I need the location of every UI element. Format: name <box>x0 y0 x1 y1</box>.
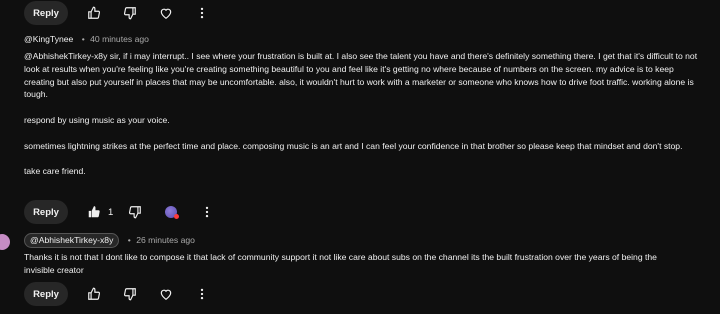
heart-icon[interactable] <box>158 5 174 21</box>
like-icon[interactable] <box>86 5 102 21</box>
comment-bullet: • <box>81 34 85 44</box>
reply-button[interactable]: Reply <box>24 282 68 306</box>
comment-paragraph: respond by using music as your voice. <box>24 114 170 125</box>
heart-icon[interactable] <box>158 286 174 302</box>
comment-author[interactable]: @KingTynee <box>24 34 73 44</box>
like-count: 1 <box>108 206 114 218</box>
comment-header: @AbhishekTirkey-x8y • 26 minutes ago <box>24 233 195 248</box>
top-comment-actions: Reply <box>24 1 210 25</box>
more-options-icon[interactable] <box>194 286 210 302</box>
avatar[interactable] <box>0 234 10 250</box>
reply-button[interactable]: Reply <box>24 1 68 25</box>
comment-paragraph: @AbhishekTirkey-x8y sir, if i may interr… <box>24 51 698 100</box>
comment-paragraph: Thanks it is not that I dont like to com… <box>24 252 657 275</box>
more-options-icon[interactable] <box>199 204 215 220</box>
like-icon[interactable] <box>86 286 102 302</box>
comment-actions: Reply <box>24 282 210 306</box>
comment-paragraph: take care friend. <box>24 166 86 177</box>
reply-button[interactable]: Reply <box>24 200 68 224</box>
creator-avatar-icon <box>165 206 180 219</box>
dislike-icon[interactable] <box>122 286 138 302</box>
creator-heart-avatar[interactable] <box>163 204 180 220</box>
comment-author[interactable]: @AbhishekTirkey-x8y <box>24 233 120 248</box>
more-options-icon[interactable] <box>194 5 210 21</box>
like-filled-icon[interactable] <box>86 204 102 220</box>
dislike-icon[interactable] <box>122 5 138 21</box>
comment-body: @AbhishekTirkey-x8y sir, if i may interr… <box>24 50 704 178</box>
comment-header: @KingTynee • 40 minutes ago <box>24 34 149 45</box>
comment-time[interactable]: 40 minutes ago <box>90 34 149 44</box>
comment-actions: Reply 1 <box>24 200 215 224</box>
comment-paragraph: sometimes lightning strikes at the perfe… <box>24 140 683 151</box>
comment-bullet: • <box>127 235 131 245</box>
dislike-icon[interactable] <box>127 204 143 220</box>
comment-time[interactable]: 26 minutes ago <box>136 235 195 245</box>
comment-body: Thanks it is not that I dont like to com… <box>24 251 674 277</box>
